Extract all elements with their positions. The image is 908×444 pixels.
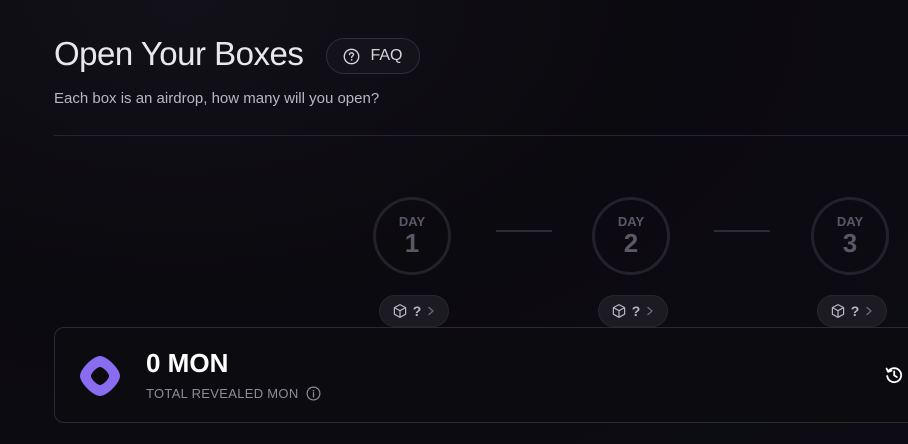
day-1-circle: DAY 1 xyxy=(373,197,451,275)
day-1-reward-button[interactable]: ? xyxy=(379,295,449,327)
day-1-reward-value: ? xyxy=(412,303,422,319)
total-revealed-label: TOTAL REVEALED MON xyxy=(146,386,299,401)
info-icon[interactable] xyxy=(306,386,321,401)
day-1-label: DAY xyxy=(398,214,426,229)
chevron-right-icon xyxy=(866,306,872,316)
page-subtitle: Each box is an airdrop, how many will yo… xyxy=(54,90,380,107)
chevron-right-icon xyxy=(428,306,434,316)
cube-icon xyxy=(612,304,625,318)
page-title: Open Your Boxes xyxy=(54,35,304,72)
day-3-number: 3 xyxy=(842,228,858,258)
day-1-number: 1 xyxy=(404,228,420,258)
day-3-reward-value: ? xyxy=(850,303,860,319)
day-2-label: DAY xyxy=(617,214,645,229)
chevron-right-icon xyxy=(647,306,653,316)
day-2-number: 2 xyxy=(623,228,639,258)
day-2-reward-value: ? xyxy=(631,303,641,319)
cube-icon xyxy=(831,304,844,318)
day-3-reward-button[interactable]: ? xyxy=(817,295,887,327)
total-revealed-card: 0 MON TOTAL REVEALED MON xyxy=(54,327,908,423)
total-amount: 0 MON xyxy=(146,348,229,378)
total-revealed-label-row: TOTAL REVEALED MON xyxy=(146,386,321,401)
history-icon[interactable] xyxy=(884,365,904,385)
cube-icon xyxy=(393,304,406,318)
header-divider xyxy=(54,135,908,136)
day-3-label: DAY xyxy=(836,214,864,229)
day-2-circle: DAY 2 xyxy=(592,197,670,275)
monad-logo-icon xyxy=(80,356,120,396)
day-2-reward-button[interactable]: ? xyxy=(598,295,668,327)
day-connector-2 xyxy=(714,230,770,232)
faq-button-label: FAQ xyxy=(370,47,403,64)
question-circle-icon xyxy=(344,48,360,64)
day-3-circle: DAY 3 xyxy=(811,197,889,275)
faq-button[interactable]: FAQ xyxy=(326,38,420,74)
day-connector-1 xyxy=(496,230,552,232)
